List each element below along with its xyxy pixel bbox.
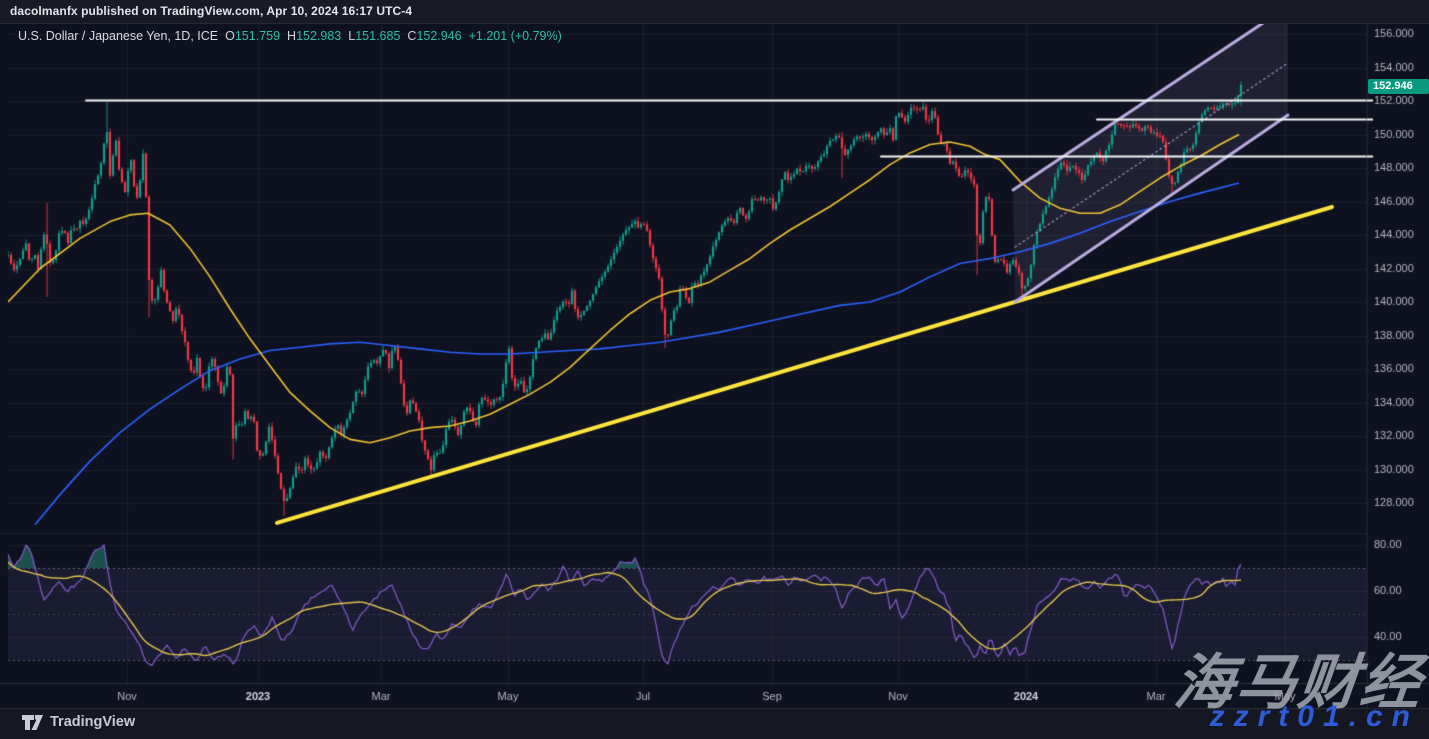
published-bar: dacolmanfx published on TradingView.com,… — [0, 0, 1429, 24]
symbol-title: U.S. Dollar / Japanese Yen, 1D, ICE — [18, 29, 218, 43]
open-label: O — [225, 29, 235, 43]
low-value: 151.685 — [355, 29, 400, 43]
last-price-badge: 152.946 — [1368, 79, 1429, 94]
high-label: H — [287, 29, 296, 43]
tradingview-logo-text: TradingView — [50, 714, 135, 730]
watermark-site-url: zzrt01.cn — [1210, 700, 1419, 734]
open-value: 151.759 — [235, 29, 280, 43]
high-value: 152.983 — [296, 29, 341, 43]
change-value: +1.201 (+0.79%) — [469, 29, 562, 43]
tradingview-published-chart: dacolmanfx published on TradingView.com,… — [0, 0, 1429, 739]
symbol-legend-row[interactable]: U.S. Dollar / Japanese Yen, 1D, ICEO151.… — [18, 29, 562, 43]
close-value: 152.946 — [416, 29, 461, 43]
published-text: dacolmanfx published on TradingView.com,… — [10, 4, 412, 18]
tradingview-attribution[interactable]: TradingView — [22, 712, 135, 732]
tradingview-logo-icon — [22, 714, 43, 731]
chart-canvas[interactable] — [0, 0, 1429, 739]
